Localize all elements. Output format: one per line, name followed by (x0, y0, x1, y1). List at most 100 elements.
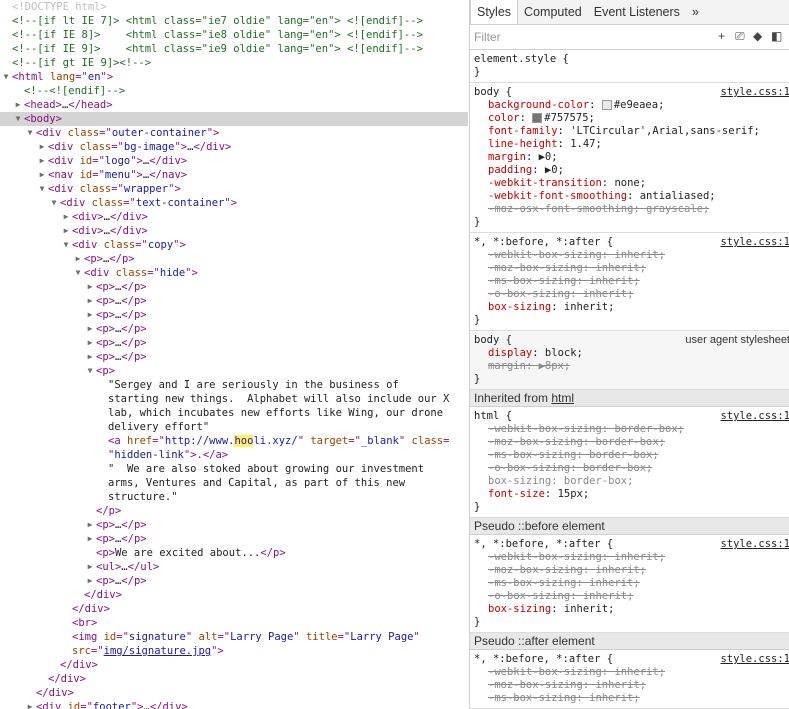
expand-triangle-closed-icon[interactable]: ▶ (85, 518, 95, 532)
css-property-name[interactable]: -webkit-box-sizing (488, 423, 602, 435)
expand-triangle-closed-icon[interactable]: ▶ (85, 322, 95, 336)
css-property-value[interactable]: border-box; (595, 436, 665, 448)
css-property-name[interactable]: -webkit-transition (488, 177, 602, 189)
css-declaration[interactable]: -webkit-font-smoothing: antialiased; (474, 190, 789, 203)
dom-node[interactable]: ▶ <p>…</p> (0, 336, 468, 350)
expand-triangle-closed-icon[interactable]: ▶ (37, 168, 47, 182)
tab-styles[interactable]: Styles (470, 0, 519, 24)
css-property-value[interactable]: ▶0; (545, 164, 564, 176)
css-property-value[interactable]: block; (545, 347, 583, 359)
css-property-name[interactable]: -moz-osx-font-smoothing (488, 203, 633, 215)
dom-node[interactable]: ▶ <head>…</head> (0, 98, 468, 112)
css-property-name[interactable]: -ms-box-sizing (488, 449, 577, 461)
css-declaration[interactable]: -webkit-box-sizing: inherit; (474, 551, 789, 564)
css-property-value[interactable]: border-box; (583, 462, 653, 474)
rule-source-link[interactable]: style.css:1 (720, 538, 789, 551)
body-rule[interactable]: body {style.css:1 background-color: #e9ea… (470, 83, 789, 233)
dom-node[interactable]: ▶ <p>…</p> (0, 574, 468, 588)
css-declaration[interactable]: -o-box-sizing: border-box; (474, 462, 789, 475)
css-property-name[interactable]: -webkit-box-sizing (488, 666, 602, 678)
css-property-name[interactable]: padding (488, 164, 532, 176)
dom-node[interactable]: ▼ <div class="hide"> (0, 266, 468, 280)
expand-triangle-closed-icon[interactable]: ▶ (13, 98, 23, 112)
expand-triangle-closed-icon[interactable]: ▶ (85, 280, 95, 294)
css-property-name[interactable]: font-size (488, 488, 545, 500)
expand-triangle-open-icon[interactable]: ▼ (13, 112, 23, 126)
css-property-value[interactable]: grayscale; (646, 203, 709, 215)
css-property-value[interactable]: inherit; (614, 551, 665, 563)
markup-token[interactable]: img/signature.jpg (104, 645, 211, 657)
css-declaration[interactable]: -moz-osx-font-smoothing: grayscale; (474, 203, 789, 216)
dom-node-selected[interactable]: ▼ <body> (0, 112, 468, 126)
css-declaration[interactable]: line-height: 1.47; (474, 138, 789, 151)
dom-node[interactable]: <br> (0, 616, 468, 630)
dom-node[interactable]: <!DOCTYPE html> (0, 0, 468, 14)
css-property-name[interactable]: -ms-box-sizing (488, 692, 577, 704)
css-declaration[interactable]: -webkit-transition: none; (474, 177, 789, 190)
dom-node[interactable]: ▶ <div>…</div> (0, 224, 468, 238)
css-declaration[interactable]: -moz-box-sizing: inherit; (474, 564, 789, 577)
css-declaration[interactable]: margin: ▶8px; (474, 360, 789, 373)
dom-node[interactable]: ▶ <p>…</p> (0, 308, 468, 322)
css-property-value[interactable]: inherit; (564, 603, 615, 615)
color-swatch-icon[interactable] (532, 113, 543, 123)
css-property-name[interactable]: margin (488, 151, 526, 163)
expand-triangle-closed-icon[interactable]: ▶ (85, 574, 95, 588)
dom-node[interactable]: ▶ <p>…</p> (0, 252, 468, 266)
expand-triangle-open-icon[interactable]: ▼ (85, 364, 95, 378)
dom-node[interactable]: <!--[if gt IE 9]><!--> (0, 56, 468, 70)
expand-triangle-open-icon[interactable]: ▼ (49, 196, 59, 210)
dom-node[interactable]: ▶ <div id="logo">…</div> (0, 154, 468, 168)
dom-node[interactable]: <!--<![endif]--> (0, 84, 468, 98)
color-format-icon[interactable]: ◧ (771, 29, 782, 43)
dom-node[interactable]: ▼ <html lang="en"> (0, 70, 468, 84)
expand-triangle-closed-icon[interactable]: ▶ (85, 308, 95, 322)
css-declaration[interactable]: background-color: #e9eaea; (474, 99, 789, 112)
css-declaration[interactable]: -ms-box-sizing: inherit; (474, 275, 789, 288)
expand-triangle-open-icon[interactable]: ▼ (25, 126, 35, 140)
dom-node[interactable]: ▶ <div class="bg-image">…</div> (0, 140, 468, 154)
pseudo-after-rule[interactable]: *, *:before, *:after {style.css:1 -webkit… (470, 650, 789, 709)
css-property-value[interactable]: inherit; (614, 249, 665, 261)
css-property-value[interactable]: inherit; (583, 590, 634, 602)
css-declaration[interactable]: -ms-box-sizing: inherit; (474, 577, 789, 590)
css-property-value[interactable]: 1.47; (570, 138, 602, 150)
css-property-value[interactable]: antialiased; (640, 190, 716, 202)
css-declaration[interactable]: margin: ▶0; (474, 151, 789, 164)
ua-body-rule[interactable]: body {user agent stylesheet display: bloc… (470, 331, 789, 390)
pseudo-before-rule[interactable]: *, *:before, *:after {style.css:1 -webkit… (470, 535, 789, 633)
css-property-value[interactable]: inherit; (583, 288, 634, 300)
dom-node[interactable]: ▶ <p>…</p> (0, 280, 468, 294)
dom-node[interactable]: ▶ <nav id="menu">…</nav> (0, 168, 468, 182)
dom-node[interactable]: src="img/signature.jpg"> (0, 644, 468, 658)
dom-node[interactable]: ▼ <div class="copy"> (0, 238, 468, 252)
dom-node[interactable]: <!--[if lt IE 7]> <html class="ie7 oldie… (0, 14, 468, 28)
dom-node[interactable]: </div> (0, 672, 468, 686)
dom-node[interactable]: ▶ <p>…</p> (0, 532, 468, 546)
css-property-value[interactable]: inherit; (589, 275, 640, 287)
expand-triangle-closed-icon[interactable]: ▶ (37, 140, 47, 154)
tab-event-listeners[interactable]: Event Listeners (588, 0, 686, 24)
css-declaration[interactable]: -webkit-box-sizing: inherit; (474, 666, 789, 679)
css-declaration[interactable]: padding: ▶0; (474, 164, 789, 177)
css-property-value[interactable]: inherit; (614, 666, 665, 678)
css-declaration[interactable]: -moz-box-sizing: border-box; (474, 436, 789, 449)
expand-triangle-closed-icon[interactable]: ▶ (85, 532, 95, 546)
css-declaration[interactable]: box-sizing: inherit; (474, 603, 789, 616)
css-declaration[interactable]: -o-box-sizing: inherit; (474, 288, 789, 301)
css-property-name[interactable]: line-height (488, 138, 558, 150)
css-property-value[interactable]: #757575; (544, 112, 595, 124)
css-property-name[interactable]: -moz-box-sizing (488, 679, 583, 691)
rule-source-link[interactable]: style.css:1 (720, 86, 789, 99)
css-property-name[interactable]: -webkit-font-smoothing (488, 190, 627, 202)
css-declaration[interactable]: -o-box-sizing: inherit; (474, 590, 789, 603)
css-property-name[interactable]: box-sizing (488, 301, 551, 313)
expand-triangle-closed-icon[interactable]: ▶ (85, 560, 95, 574)
expand-triangle-open-icon[interactable]: ▼ (73, 266, 83, 280)
dom-node[interactable]: delivery effort" (0, 420, 468, 434)
dom-node[interactable]: ▶ <ul>…</ul> (0, 560, 468, 574)
css-property-value[interactable]: #e9eaea; (614, 99, 665, 111)
css-declaration[interactable]: -ms-box-sizing: inherit; (474, 692, 789, 705)
expand-triangle-closed-icon[interactable]: ▶ (37, 154, 47, 168)
css-property-value[interactable]: ▶8px; (539, 360, 571, 372)
